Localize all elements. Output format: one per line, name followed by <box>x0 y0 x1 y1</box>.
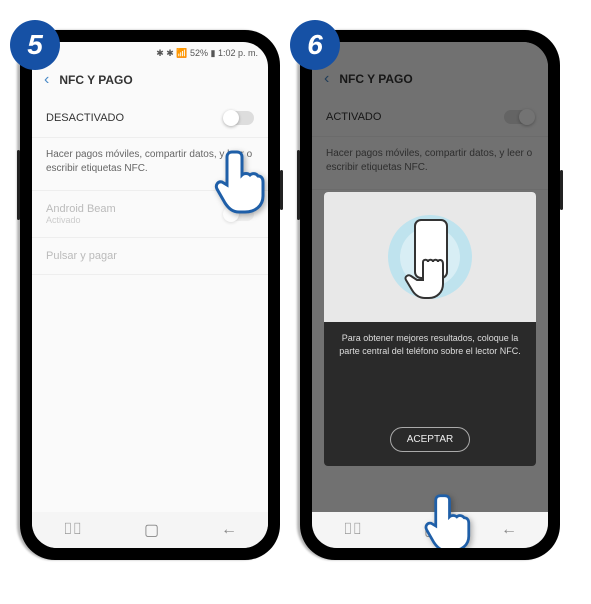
toggle-switch <box>504 110 534 124</box>
accept-button[interactable]: ACEPTAR <box>390 427 471 452</box>
screen: ‹ NFC Y PAGO ACTIVADO Hacer pagos móvile… <box>312 42 548 548</box>
back-button[interactable]: ← <box>501 521 517 539</box>
page-title: NFC Y PAGO <box>59 73 132 87</box>
recents-button[interactable]: ⌷⌷ <box>63 521 82 539</box>
phone-frame: ✱ ✱ 📶 52% ▮ 1:02 p. m. ‹ NFC Y PAGO DESA… <box>20 30 280 560</box>
nfc-illustration <box>324 192 536 322</box>
back-icon[interactable]: ‹ <box>44 71 49 89</box>
page-header: ‹ NFC Y PAGO <box>312 60 548 98</box>
toggle-switch[interactable] <box>224 111 254 125</box>
home-button[interactable]: ▢ <box>144 520 159 540</box>
step-5: 5 ✱ ✱ 📶 52% ▮ 1:02 p. m. ‹ NFC Y PAGO DE… <box>20 30 280 560</box>
nfc-toggle-row[interactable]: DESACTIVADO <box>32 99 268 138</box>
beam-status: Activado <box>46 215 116 225</box>
back-icon: ‹ <box>324 70 329 88</box>
page-header: ‹ NFC Y PAGO <box>32 61 268 99</box>
phone-frame: ‹ NFC Y PAGO ACTIVADO Hacer pagos móvile… <box>300 30 560 560</box>
nfc-state-label: ACTIVADO <box>326 111 381 123</box>
nfc-modal: Para obtener mejores resultados, coloque… <box>324 192 536 466</box>
recents-button[interactable]: ⌷⌷ <box>343 521 362 539</box>
nfc-state-label: DESACTIVADO <box>46 112 124 124</box>
pointer-hand-icon <box>422 488 477 548</box>
pointer-hand-icon <box>212 144 268 214</box>
step-6: 6 ‹ NFC Y PAGO ACTIVADO Hacer pagos móvi… <box>300 30 560 560</box>
page-title: NFC Y PAGO <box>339 72 412 86</box>
step-badge: 6 <box>290 20 340 70</box>
status-bar <box>312 42 548 60</box>
step-badge: 5 <box>10 20 60 70</box>
nfc-description: Hacer pagos móviles, compartir datos, y … <box>312 137 548 190</box>
modal-text: Para obtener mejores resultados, coloque… <box>324 322 536 367</box>
tap-and-pay-row: Pulsar y pagar <box>32 238 268 275</box>
nav-bar: ⌷⌷ ▢ ← <box>32 512 268 548</box>
screen: ✱ ✱ 📶 52% ▮ 1:02 p. m. ‹ NFC Y PAGO DESA… <box>32 42 268 548</box>
nfc-toggle-row: ACTIVADO <box>312 98 548 137</box>
back-button[interactable]: ← <box>221 521 237 539</box>
tap-pay-label: Pulsar y pagar <box>46 250 117 262</box>
beam-label: Android Beam <box>46 203 116 215</box>
status-bar: ✱ ✱ 📶 52% ▮ 1:02 p. m. <box>32 42 268 61</box>
